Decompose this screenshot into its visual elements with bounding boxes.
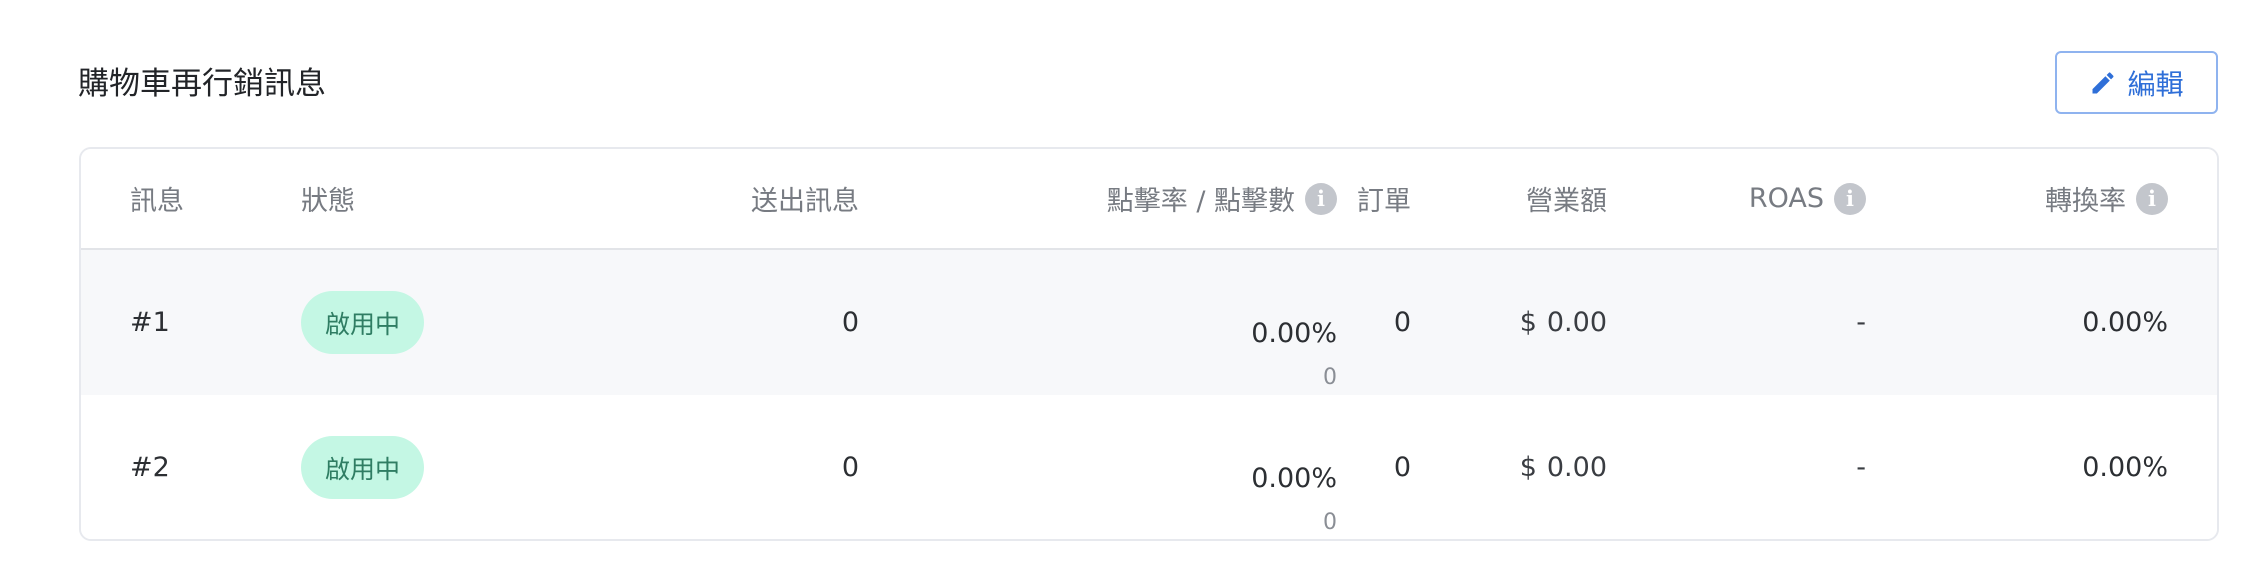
header-ctr-label: 點擊率 / 點擊數 (1106, 186, 1295, 217)
edit-button-label: 編輯 (2127, 67, 2184, 101)
section-title: 購物車再行銷訊息 (78, 66, 326, 102)
click-rate: 0.00% (1251, 463, 1337, 494)
currency-symbol: $ (1519, 452, 1537, 483)
roas-value: - (1856, 452, 1866, 483)
header-status: 狀態 (301, 186, 355, 217)
info-icon[interactable]: i (2136, 182, 2168, 215)
ctr-cell: 0.00% 0 (1251, 395, 1337, 539)
ctr-cell: 0.00% 0 (1251, 250, 1337, 395)
table-row[interactable]: #1 啟用中 0 0.00% 0 0 $ 0.00 - 0.00% (81, 250, 2217, 395)
status-badge: 啟用中 (301, 436, 425, 499)
header-conversion: 轉換率 i (2045, 149, 2168, 248)
click-rate: 0.00% (1251, 318, 1337, 349)
info-icon[interactable]: i (1305, 182, 1337, 215)
conversion-rate: 0.00% (2082, 307, 2168, 338)
click-count: 0 (1323, 365, 1337, 390)
sent-count: 0 (841, 452, 859, 483)
currency-symbol: $ (1519, 307, 1537, 338)
orders-count: 0 (1393, 452, 1411, 483)
header-roas-label: ROAS (1748, 183, 1824, 214)
message-id: #2 (130, 452, 170, 483)
message-table: 訊息 狀態 送出訊息 點擊率 / 點擊數 i 訂單 營業額 ROAS i 轉換率… (79, 147, 2219, 541)
header-orders: 訂單 (1357, 186, 1411, 217)
message-id: #1 (130, 307, 170, 338)
revenue-value: 0.00 (1546, 307, 1607, 338)
orders-count: 0 (1393, 307, 1411, 338)
header-revenue: 營業額 (1526, 186, 1607, 217)
revenue-cell: $ 0.00 (1519, 395, 1607, 539)
header-sent: 送出訊息 (751, 186, 859, 217)
status-badge: 啟用中 (301, 291, 425, 354)
header-ctr: 點擊率 / 點擊數 i (1107, 149, 1337, 248)
sent-count: 0 (841, 307, 859, 338)
header-message: 訊息 (130, 186, 184, 217)
roas-value: - (1856, 307, 1866, 338)
header-conversion-label: 轉換率 (2045, 186, 2126, 217)
conversion-rate: 0.00% (2082, 452, 2168, 483)
status-cell: 啟用中 (301, 395, 425, 539)
revenue-cell: $ 0.00 (1520, 250, 1607, 395)
click-count: 0 (1323, 510, 1337, 535)
edit-button[interactable]: 編輯 (2055, 51, 2218, 114)
header-roas: ROAS i (1749, 149, 1866, 248)
pencil-icon (2089, 69, 2117, 97)
status-cell: 啟用中 (301, 250, 425, 395)
revenue-value: 0.00 (1546, 452, 1607, 483)
info-icon[interactable]: i (1834, 182, 1866, 215)
table-header: 訊息 狀態 送出訊息 點擊率 / 點擊數 i 訂單 營業額 ROAS i 轉換率… (81, 149, 2217, 250)
table-row[interactable]: #2 啟用中 0 0.00% 0 0 $ 0.00 - 0.00% (81, 395, 2217, 539)
